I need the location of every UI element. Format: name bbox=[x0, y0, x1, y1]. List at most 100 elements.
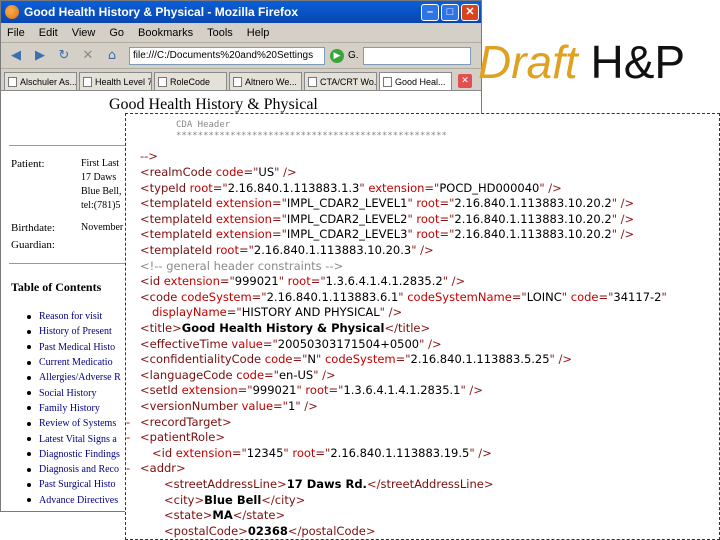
xml-token: 999021 bbox=[234, 274, 279, 289]
home-icon[interactable]: ⌂ bbox=[101, 46, 123, 66]
page-icon bbox=[233, 76, 242, 87]
xml-token: code bbox=[261, 352, 293, 367]
toc-list: Reason for visit History of Present Past… bbox=[27, 309, 121, 508]
toc-link[interactable]: Allergies/Adverse R bbox=[27, 370, 121, 385]
xml-token: 2.16.840.1.113883.10.20.2 bbox=[454, 196, 612, 211]
menu-bookmarks[interactable]: Bookmarks bbox=[138, 27, 193, 39]
go-icon[interactable]: ▶ bbox=[330, 48, 344, 63]
toc-link-label: Family History bbox=[39, 402, 100, 414]
toc-link[interactable]: Diagnosis and Reco bbox=[27, 462, 121, 477]
xml-token: realmCode bbox=[149, 165, 213, 179]
toc-link[interactable]: Latest Vital Signs a bbox=[27, 431, 121, 446]
xml-line: <confidentialityCode code="N" codeSystem… bbox=[140, 352, 572, 367]
toc-link[interactable]: Family History bbox=[27, 401, 121, 416]
reload-icon[interactable]: ↻ bbox=[53, 46, 75, 66]
toc-link[interactable]: History of Present bbox=[27, 324, 121, 339]
tab-health-level-7[interactable]: Health Level 7 bbox=[79, 72, 152, 90]
back-arrow-icon[interactable]: ◀ bbox=[5, 46, 27, 66]
xml-token: =" bbox=[264, 367, 279, 382]
comment-title: CDA Header bbox=[176, 120, 231, 130]
toc-link-label: Review of Systems bbox=[39, 418, 117, 430]
xml-token: templateId bbox=[149, 243, 213, 257]
toc-link[interactable]: Reason for visit bbox=[27, 309, 121, 324]
xml-token: > bbox=[202, 508, 213, 523]
xml-line: - <addr> bbox=[126, 461, 186, 476]
toc-link[interactable]: Current Medicatio bbox=[27, 355, 121, 370]
toc-title: Table of Contents bbox=[11, 280, 102, 294]
url-input[interactable]: file:///C:/Documents%20and%20Settings bbox=[129, 46, 325, 65]
toc-link[interactable]: Social History bbox=[27, 385, 121, 400]
menu-tools[interactable]: Tools bbox=[207, 27, 233, 39]
search-input[interactable] bbox=[362, 46, 471, 65]
xml-token: codeSystem bbox=[177, 289, 252, 304]
bullet-icon bbox=[27, 375, 31, 380]
slide-title-accent: Draft bbox=[478, 36, 578, 88]
toc-link[interactable]: Diagnostic Findings bbox=[27, 447, 121, 462]
menu-go[interactable]: Go bbox=[109, 27, 124, 39]
xml-token: addr bbox=[149, 461, 177, 476]
xml-token: 2.16.840.1.113883.6.1 bbox=[266, 289, 399, 304]
menu-help[interactable]: Help bbox=[247, 27, 270, 39]
toc-link[interactable]: Review of Systems bbox=[27, 416, 121, 431]
tab-rolecode[interactable]: RoleCode bbox=[154, 72, 227, 90]
collapse-toggle-icon[interactable]: - bbox=[126, 461, 130, 476]
close-icon[interactable]: ✕ bbox=[461, 3, 479, 21]
xml-token: extension bbox=[172, 445, 232, 460]
xml-header-comment: CDA Header *****************************… bbox=[136, 120, 447, 142]
xml-line: <city>Blue Bell</city> bbox=[164, 493, 305, 508]
tab-label: RoleCode bbox=[170, 76, 211, 87]
xml-token: =" bbox=[271, 211, 287, 226]
xml-token: versionNumber bbox=[149, 399, 238, 413]
xml-token: <!-- general header constraints --> bbox=[140, 258, 344, 273]
xml-token: US bbox=[258, 165, 275, 179]
xml-token: =" bbox=[395, 352, 411, 367]
xml-token: state bbox=[173, 508, 203, 523]
xml-line: <!-- general header constraints --> bbox=[140, 259, 343, 274]
xml-token: < bbox=[140, 321, 150, 335]
xml-token: " /> bbox=[274, 165, 297, 179]
xml-token: =" bbox=[237, 383, 253, 398]
xml-token: < bbox=[140, 211, 150, 226]
tab-cta-crt[interactable]: CTA/CRT Wo... bbox=[304, 72, 377, 90]
menu-view[interactable]: View bbox=[72, 27, 96, 39]
menu-bar: File Edit View Go Bookmarks Tools Help bbox=[1, 23, 481, 43]
xml-token: value bbox=[227, 336, 263, 351]
tab-alschuler[interactable]: Alschuler As... bbox=[4, 72, 77, 90]
xml-token: root bbox=[186, 180, 213, 195]
collapse-toggle-icon[interactable]: - bbox=[126, 430, 130, 445]
xml-token: =" bbox=[273, 399, 288, 413]
xml-line: <code codeSystem="2.16.840.1.113883.6.1"… bbox=[140, 290, 667, 305]
toc-link[interactable]: Past Surgical Histo bbox=[27, 477, 121, 492]
xml-token: < bbox=[140, 289, 150, 304]
xml-token: title bbox=[149, 321, 173, 335]
xml-token: " /> bbox=[295, 399, 318, 413]
xml-token: =" bbox=[231, 445, 247, 460]
bullet-icon bbox=[27, 314, 31, 319]
toc-link[interactable]: Past Medical Histo bbox=[27, 340, 121, 355]
close-tab-icon[interactable]: ✕ bbox=[458, 74, 472, 88]
xml-token: " bbox=[661, 289, 667, 304]
search-engine-label[interactable]: G. bbox=[348, 50, 359, 61]
page-icon bbox=[8, 76, 17, 87]
xml-token: > bbox=[172, 321, 182, 335]
xml-token: displayName bbox=[152, 305, 227, 320]
maximize-icon[interactable]: □ bbox=[441, 3, 459, 21]
forward-arrow-icon[interactable]: ▶ bbox=[29, 46, 51, 66]
xml-token: =" bbox=[511, 289, 527, 304]
minimize-icon[interactable]: – bbox=[421, 3, 439, 21]
xml-token: extension bbox=[212, 227, 272, 242]
tab-good-health[interactable]: Good Heal... bbox=[379, 72, 452, 90]
xml-token: " /> bbox=[611, 211, 635, 226]
firefox-icon bbox=[5, 5, 19, 19]
xml-token: " /> bbox=[469, 445, 492, 460]
xml-token: 2.16.840.1.113883.19.5 bbox=[330, 445, 470, 460]
menu-file[interactable]: File bbox=[7, 27, 25, 39]
toc-link[interactable]: Advance Directives bbox=[27, 493, 121, 508]
menu-edit[interactable]: Edit bbox=[39, 27, 58, 39]
tab-altnero[interactable]: Altnero We... bbox=[229, 72, 302, 90]
xml-token: id bbox=[149, 274, 161, 289]
collapse-toggle-icon[interactable]: - bbox=[126, 415, 130, 430]
stop-icon[interactable]: ✕ bbox=[77, 46, 99, 66]
xml-token: < bbox=[140, 352, 150, 367]
xml-token: " /> bbox=[549, 352, 573, 367]
